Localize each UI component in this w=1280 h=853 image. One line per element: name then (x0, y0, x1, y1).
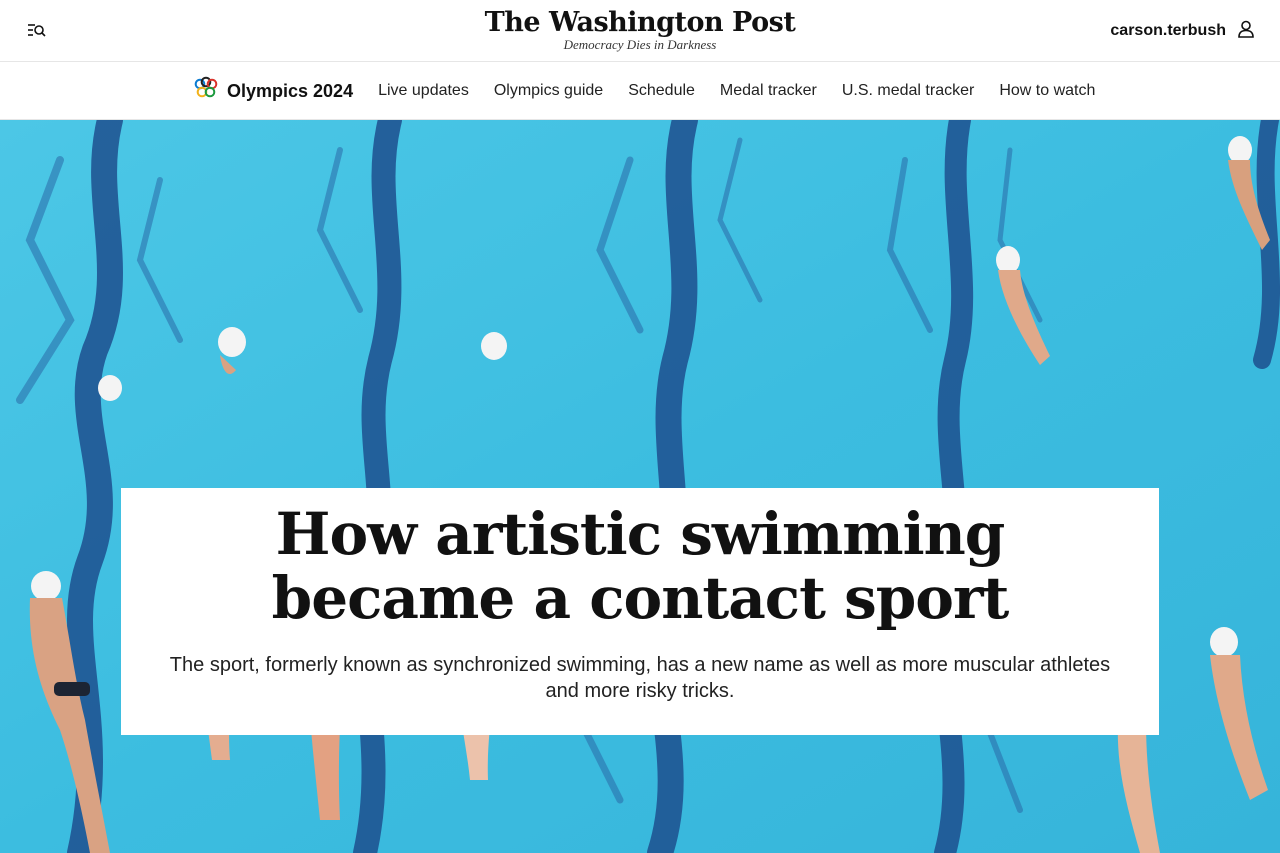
nav-link-schedule[interactable]: Schedule (628, 82, 695, 100)
nav-link-us-medal-tracker[interactable]: U.S. medal tracker (842, 82, 974, 100)
hero: How artistic swimming became a contact s… (0, 120, 1280, 853)
headline-card: How artistic swimming became a contact s… (121, 488, 1159, 735)
user-icon (1236, 19, 1256, 44)
user-account-button[interactable]: carson.terbush (1110, 18, 1256, 44)
olympic-rings-icon (193, 76, 219, 107)
section-nav: Olympics 2024 Live updates Olympics guid… (0, 62, 1280, 120)
section-olympics-2024[interactable]: Olympics 2024 (193, 76, 353, 107)
nav-link-medal-tracker[interactable]: Medal tracker (720, 82, 817, 100)
site-header: The Washington Post Democracy Dies in Da… (0, 0, 1280, 62)
nav-link-olympics-guide[interactable]: Olympics guide (494, 82, 603, 100)
article-dek: The sport, formerly known as synchronize… (169, 654, 1111, 702)
hero-image (0, 120, 1280, 853)
brand-name: The Washington Post (484, 7, 796, 38)
nav-link-how-to-watch[interactable]: How to watch (999, 82, 1095, 100)
brand-tagline: Democracy Dies in Darkness (563, 37, 717, 52)
nav-link-live-updates[interactable]: Live updates (378, 82, 469, 100)
user-name: carson.terbush (1110, 22, 1226, 39)
article-headline[interactable]: How artistic swimming became a contact s… (121, 502, 1159, 630)
brand-logo[interactable]: The Washington Post Democracy Dies in Da… (0, 8, 1280, 52)
section-title: Olympics 2024 (227, 80, 354, 101)
